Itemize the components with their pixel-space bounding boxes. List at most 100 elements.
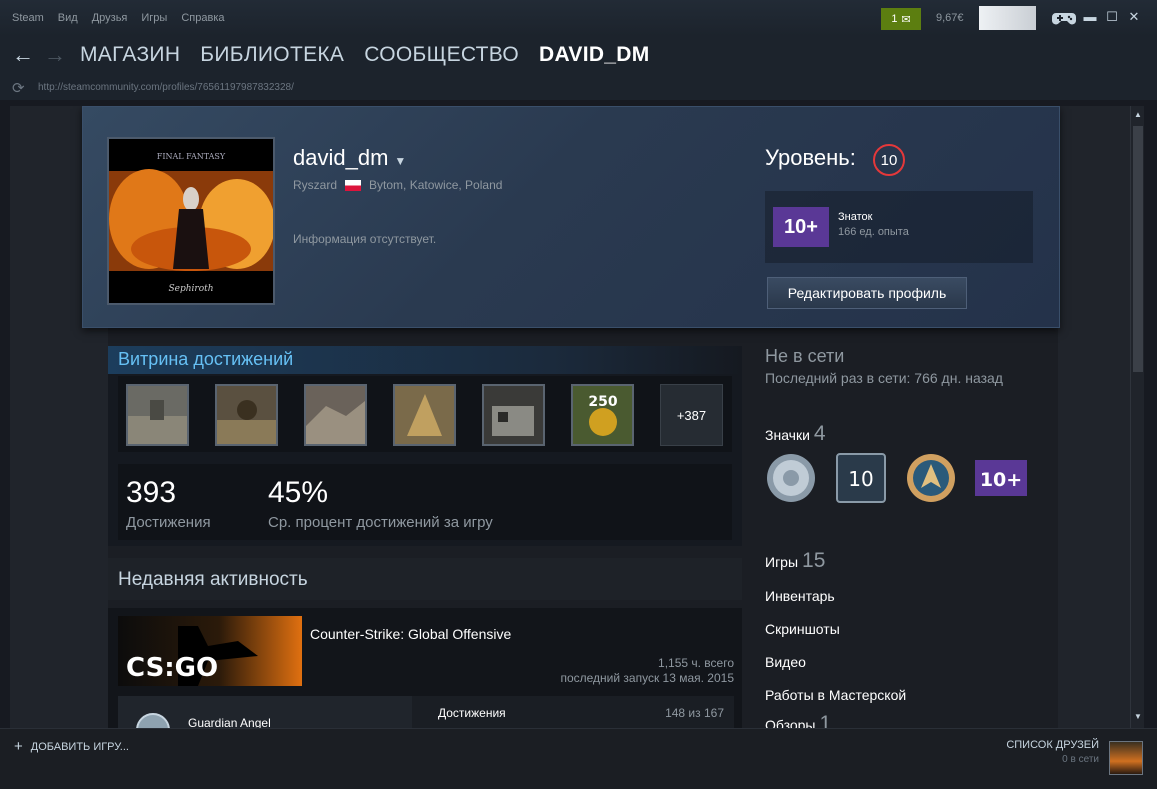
achievement-image [217, 386, 276, 444]
achievement-showcase: Витрина достижений 250 +387 393 Достижен… [108, 346, 742, 546]
real-name-row: Ryszard Bytom, Katowice, Poland [293, 178, 502, 192]
friends-list-button[interactable]: СПИСОК ДРУЗЕЙ [1006, 739, 1099, 751]
menu-view[interactable]: Вид [58, 12, 78, 24]
scroll-thumb[interactable] [1133, 126, 1143, 372]
achievement-image [306, 386, 365, 444]
scroll-up-icon[interactable]: ▲ [1131, 108, 1145, 122]
more-achievements-button[interactable]: +387 [660, 384, 723, 446]
back-arrow-icon[interactable]: ← [12, 42, 34, 68]
notification-count: 1 [891, 13, 898, 25]
badge-xp: 166 ед. опыта [838, 226, 909, 238]
scroll-down-icon[interactable]: ▼ [1131, 710, 1145, 724]
badge-plus-text: 10+ [980, 469, 1022, 491]
achievements-label: Достижения [438, 706, 506, 720]
svg-text:FINAL FANTASY: FINAL FANTASY [157, 152, 226, 161]
friends-avatar[interactable] [1109, 741, 1143, 775]
wallet-balance: 9,67€ [936, 12, 964, 24]
caret-down-icon[interactable]: ▼ [394, 154, 406, 168]
reviews-count: 1 [819, 712, 832, 728]
inventory-link[interactable]: Инвентарь [765, 588, 835, 604]
achievement-icon[interactable] [304, 384, 367, 446]
main-menu: Steam Вид Друзья Игры Справка [12, 12, 225, 24]
game-capsule-image: CS:GO [126, 626, 258, 686]
nav-profile[interactable]: DAVID_DM [539, 43, 650, 67]
menu-friends[interactable]: Друзья [92, 12, 128, 24]
videos-link[interactable]: Видео [765, 654, 806, 670]
menu-help[interactable]: Справка [181, 12, 224, 24]
reviews-link[interactable]: Обзоры 1 [765, 712, 831, 728]
profile-page: FINAL FANTASY Sephiroth david_dm ▼ Ryszar… [10, 106, 1130, 728]
achievement-icon[interactable] [393, 384, 456, 446]
level-label: Уровень: [765, 145, 856, 170]
badge-coin-icon[interactable] [765, 452, 817, 504]
gamepad-icon[interactable] [1052, 9, 1076, 27]
achievement-icon[interactable] [215, 384, 278, 446]
workshop-link[interactable]: Работы в Мастерской [765, 687, 906, 703]
recent-achievement[interactable]: Guardian Angel [118, 696, 412, 728]
badge-10plus-icon: 10+ [773, 207, 829, 247]
online-status: Не в сети [765, 346, 845, 366]
forward-arrow-icon[interactable]: → [44, 42, 66, 68]
real-name: Ryszard [293, 178, 338, 192]
svg-text:Sephiroth: Sephiroth [168, 284, 213, 294]
game-name[interactable]: Counter-Strike: Global Offensive [310, 626, 511, 642]
badge-level-text: 10 [848, 467, 873, 491]
guardian-angel-icon [136, 713, 170, 728]
badges-count: 4 [813, 422, 826, 445]
nav-library[interactable]: БИБЛИОТЕКА [200, 43, 344, 67]
nav-store[interactable]: МАГАЗИН [80, 43, 180, 67]
menu-steam[interactable]: Steam [12, 12, 44, 24]
achievement-count: 393 [126, 476, 177, 509]
last-online: Последний раз в сети: 766 дн. назад [765, 370, 1003, 386]
nav-community[interactable]: СООБЩЕСТВО [364, 43, 519, 67]
persona-name-text: david_dm [293, 145, 389, 170]
menu-games[interactable]: Игры [141, 12, 167, 24]
add-game-label: ДОБАВИТЬ ИГРУ... [30, 740, 129, 753]
badges-label: Значки [765, 427, 810, 443]
games-count: 15 [802, 549, 826, 572]
avatar-image: FINAL FANTASY Sephiroth [109, 139, 273, 303]
badge-10plus-icon[interactable]: 10+ [975, 452, 1027, 504]
account-name-redacted[interactable] [979, 6, 1036, 30]
achievement-count-label: Достижения [126, 514, 211, 531]
notifications-button[interactable]: 1 ✉ [881, 8, 921, 30]
achievement-250-label: 250 [588, 394, 617, 410]
url-text[interactable]: http://steamcommunity.com/profiles/76561… [38, 82, 294, 93]
persona-name[interactable]: david_dm ▼ [293, 145, 406, 171]
achievement-stats: 393 Достижения 45% Ср. процент достижени… [118, 464, 732, 540]
friends-online-count: 0 в сети [1062, 754, 1099, 765]
recent-achievement-name: Guardian Angel [188, 716, 271, 728]
badge-csgo-icon[interactable] [905, 452, 957, 504]
favorite-badge[interactable]: 10+ Знаток 166 ед. опыта [765, 191, 1033, 263]
showcase-title: Витрина достижений [108, 346, 742, 374]
recent-game-card: CS:GO Counter-Strike: Global Offensive 1… [108, 608, 742, 728]
reviews-label: Обзоры [765, 717, 816, 728]
achievement-icon[interactable] [482, 384, 545, 446]
refresh-icon[interactable]: ⟳ [12, 79, 25, 97]
envelope-icon: ✉ [901, 13, 911, 26]
add-game-button[interactable]: + ДОБАВИТЬ ИГРУ... [14, 738, 129, 755]
achievement-image: 250 [573, 386, 632, 444]
game-hours: 1,155 ч. всего [658, 656, 734, 670]
profile-header: FINAL FANTASY Sephiroth david_dm ▼ Ryszar… [82, 106, 1060, 328]
achievement-250-icon[interactable]: 250 [571, 384, 634, 446]
recent-activity-title: Недавняя активность [108, 558, 742, 600]
edit-profile-button[interactable]: Редактировать профиль [767, 277, 967, 309]
screenshots-link[interactable]: Скриншоты [765, 621, 840, 637]
badge-level-icon[interactable]: 10 [835, 452, 887, 504]
page-scrollbar[interactable]: ▲ ▼ [1130, 106, 1144, 728]
game-capsule[interactable]: CS:GO [118, 616, 302, 686]
nav-links: МАГАЗИН БИБЛИОТЕКА СООБЩЕСТВО DAVID_DM [80, 43, 650, 67]
badge-name: Знаток [838, 211, 873, 223]
minimize-button[interactable]: ▬ [1083, 10, 1097, 24]
games-label: Игры [765, 554, 799, 570]
game-last-played: последний запуск 13 мая. 2015 [560, 671, 734, 685]
close-button[interactable]: ✕ [1127, 10, 1141, 24]
maximize-button[interactable]: ☐ [1105, 10, 1119, 24]
level-badge[interactable]: 10 [873, 144, 905, 176]
plus-icon: + [14, 738, 23, 755]
bottom-bar [0, 728, 1157, 789]
achievement-icon[interactable] [126, 384, 189, 446]
games-link[interactable]: Игры 15 [765, 549, 825, 573]
badges-link[interactable]: Значки 4 [765, 422, 826, 446]
